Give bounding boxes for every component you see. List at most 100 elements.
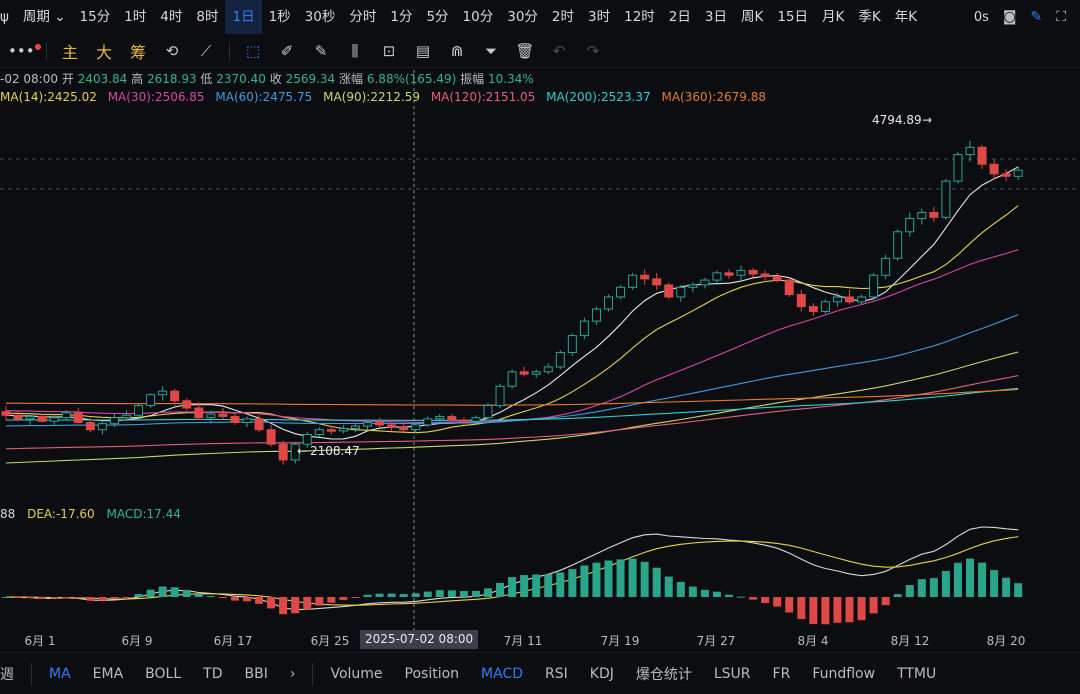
sub-kdj[interactable]: KDJ <box>579 666 625 682</box>
candle-body <box>326 429 336 432</box>
period-30m[interactable]: 30分 <box>500 0 545 34</box>
period-12h[interactable]: 12时 <box>617 0 662 34</box>
candle-body <box>447 415 457 421</box>
main-indicator-button[interactable]: 主 <box>53 39 87 63</box>
macd-bar <box>459 591 468 597</box>
date-tick: 7月 11 <box>503 634 543 648</box>
period-1m[interactable]: 1分 <box>383 0 419 34</box>
candle-body <box>724 272 734 276</box>
trash-icon[interactable]: 🗑︎ <box>508 42 542 60</box>
cursor-icon[interactable]: ⬚ <box>236 42 270 60</box>
macd-bar <box>484 588 492 597</box>
more-chevron-icon[interactable]: › <box>279 666 307 682</box>
date-tick: 7月 19 <box>600 634 640 648</box>
period-1h[interactable]: 1时 <box>117 0 153 34</box>
macd-bar <box>291 597 300 614</box>
period-time[interactable]: 分时 <box>342 0 383 34</box>
candle-body <box>820 301 830 312</box>
macd-bar <box>833 597 842 623</box>
candle-body <box>989 163 999 175</box>
period-1d[interactable]: 1日 <box>225 0 262 34</box>
filter-icon[interactable]: ⏷ <box>474 42 508 60</box>
period-season[interactable]: 季K <box>851 0 887 34</box>
sub-volume[interactable]: Volume <box>319 666 393 682</box>
high-price-marker: 4794.89 <box>872 113 922 127</box>
period-week[interactable]: 周K <box>734 0 770 34</box>
candle-body <box>194 407 204 419</box>
period-year[interactable]: 年K <box>888 0 924 34</box>
pen-icon[interactable]: ✎ <box>1030 9 1042 25</box>
candle-body <box>73 412 83 423</box>
period-2d[interactable]: 2日 <box>662 0 698 34</box>
period-month[interactable]: 月K <box>815 0 851 34</box>
lock-icon[interactable]: ⊡ <box>372 42 406 60</box>
macd-bar <box>14 597 23 598</box>
candle-body <box>832 296 842 303</box>
period-3d[interactable]: 3日 <box>698 0 734 34</box>
ohlc-readout: -02 08:00 开 2403.84 高 2618.93 低 2370.40 … <box>0 72 534 86</box>
measure-icon[interactable]: ⟋ <box>189 42 223 60</box>
brush-icon[interactable]: ✎ <box>304 42 338 60</box>
sub-macd[interactable]: MACD <box>470 666 534 682</box>
note-icon[interactable]: ▤ <box>406 42 440 60</box>
fullscreen-icon[interactable]: ⛶ <box>1056 9 1066 25</box>
sub-fr[interactable]: FR <box>762 666 802 682</box>
period-5m[interactable]: 5分 <box>419 0 455 34</box>
macd-bar <box>496 582 505 597</box>
cycle-dropdown[interactable]: 周期 ⌄ <box>16 0 73 34</box>
more-dots-icon[interactable]: •••● <box>0 42 42 60</box>
magnet-icon[interactable]: ⋒ <box>440 42 474 60</box>
swap-icon[interactable]: ⟲ <box>155 42 189 60</box>
sub-fundflow[interactable]: Fundflow <box>801 666 886 682</box>
candle-body <box>206 413 216 419</box>
speed-value[interactable]: 0s <box>974 10 989 25</box>
ma14-label: MA(14):2425.02 <box>0 90 97 104</box>
sub-position[interactable]: Position <box>394 666 471 682</box>
big-order-button[interactable]: 大 <box>87 39 121 63</box>
period-15d[interactable]: 15日 <box>770 0 815 34</box>
left-tab[interactable]: 週 <box>0 664 25 684</box>
macd-histogram <box>2 558 1023 625</box>
period-2h[interactable]: 2时 <box>545 0 581 34</box>
camera-icon[interactable]: ◙ <box>1003 9 1017 25</box>
candle-body <box>784 279 794 296</box>
redo-icon[interactable]: ↷ <box>576 42 610 60</box>
chart-canvas[interactable]: 4794.89 → ← 2108.47 <box>0 0 1080 694</box>
sub-ttmu[interactable]: TTMU <box>886 666 947 682</box>
period-8h[interactable]: 8时 <box>189 0 225 34</box>
candle-body <box>845 296 854 303</box>
indicator-td[interactable]: TD <box>192 666 233 682</box>
candle-body <box>314 429 324 436</box>
sub-liquidation[interactable]: 爆仓统计 <box>625 664 703 684</box>
period-1s[interactable]: 1秒 <box>262 0 298 34</box>
indicator-ema[interactable]: EMA <box>82 666 135 682</box>
date-tick: 8月 12 <box>890 634 930 648</box>
macd-bar <box>230 597 239 601</box>
macd-bar <box>785 597 794 613</box>
macd-bar <box>749 597 758 600</box>
period-4h[interactable]: 4时 <box>153 0 189 34</box>
macd-bar <box>725 594 733 597</box>
moving-average-lines <box>5 166 1019 464</box>
candle-body <box>772 275 782 281</box>
sub-lsur[interactable]: LSUR <box>703 666 762 682</box>
macd-bar <box>423 591 432 597</box>
ruler-icon[interactable]: ✐ <box>270 42 304 60</box>
candles-icon[interactable]: ⫼ <box>338 42 372 60</box>
indicator-ma[interactable]: MA <box>38 666 82 682</box>
indicator-bbi[interactable]: BBI <box>234 666 279 682</box>
ma-legend: MA(14):2425.02 MA(30):2506.85 MA(60):247… <box>0 90 773 104</box>
macd-bar <box>761 597 770 604</box>
divider <box>46 41 47 60</box>
undo-icon[interactable]: ↶ <box>542 42 576 60</box>
symbol-tail[interactable]: ψ <box>0 0 16 34</box>
candle-body <box>109 417 119 425</box>
chip-button[interactable]: 筹 <box>121 39 155 63</box>
period-10m[interactable]: 10分 <box>456 0 501 34</box>
indicator-boll[interactable]: BOLL <box>134 666 192 682</box>
sub-rsi[interactable]: RSI <box>534 666 579 682</box>
period-3h[interactable]: 3时 <box>581 0 617 34</box>
period-15m[interactable]: 15分 <box>73 0 118 34</box>
macd-bar <box>929 578 938 597</box>
period-30s[interactable]: 30秒 <box>298 0 343 34</box>
